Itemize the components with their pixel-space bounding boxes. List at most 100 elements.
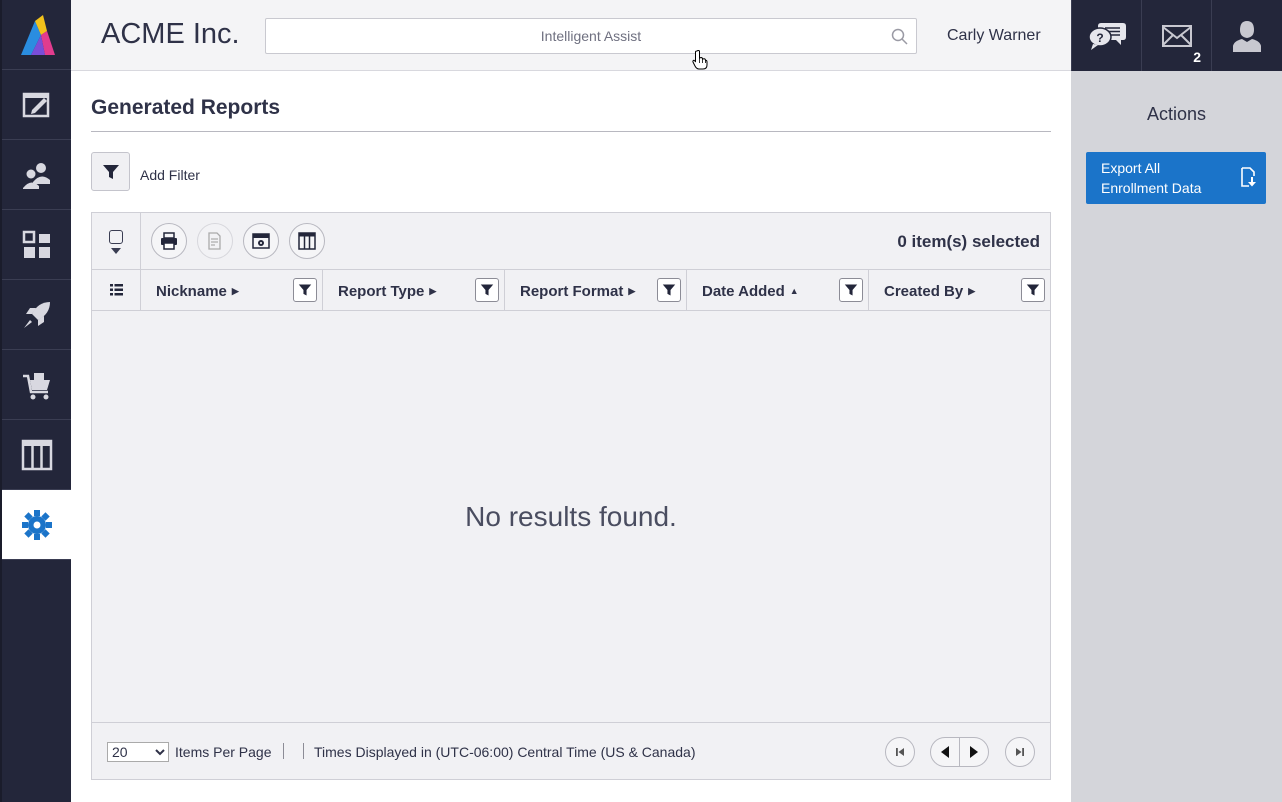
sidebar-item-users[interactable] [2, 140, 71, 210]
column-name: Nickname [156, 283, 227, 300]
filter-icon [844, 284, 858, 296]
column-filter-button[interactable] [293, 278, 317, 302]
left-nav [0, 0, 71, 802]
sort-caret-icon: ▶ [429, 286, 437, 296]
column-chooser-button[interactable] [289, 223, 325, 259]
user-profile-button[interactable] [1211, 0, 1281, 71]
column-filter-button[interactable] [475, 278, 499, 302]
mail-count-badge: 2 [1193, 49, 1201, 65]
hand-cursor-icon [692, 50, 708, 70]
actions-panel: Actions Export All Enrollment Data [1071, 71, 1282, 802]
document-edit-icon [208, 232, 221, 250]
rocket-icon [23, 301, 50, 328]
user-name[interactable]: Carly Warner [947, 27, 1041, 45]
report-settings-button[interactable] [243, 223, 279, 259]
export-enrollment-data-button[interactable]: Export All Enrollment Data [1086, 152, 1266, 204]
print-button[interactable] [151, 223, 187, 259]
help-chat-button[interactable]: ? [1071, 0, 1141, 71]
export-file-icon [1241, 167, 1256, 187]
reports-grid: 0 item(s) selected Nickname ▶ Report Typ… [91, 212, 1051, 780]
empty-results-message: No results found. [465, 500, 677, 532]
column-header-report-format[interactable]: Report Format ▶ [505, 270, 687, 311]
column-label[interactable]: Nickname ▶ [156, 283, 239, 300]
print-icon [161, 232, 177, 250]
previous-page-button[interactable] [931, 738, 960, 766]
main-content: Generated Reports Add Filter 0 item(s) s… [71, 71, 1071, 802]
first-page-button[interactable] [885, 737, 915, 767]
column-filter-button[interactable] [839, 278, 863, 302]
select-all-checkbox[interactable] [92, 213, 141, 270]
column-filter-button[interactable] [657, 278, 681, 302]
edit-report-button[interactable] [197, 223, 233, 259]
help-chat-icon: ? [1087, 22, 1126, 50]
first-page-icon [896, 748, 904, 756]
items-per-page-label: Items Per Page [175, 744, 272, 760]
add-filter-link[interactable]: Add Filter [140, 167, 200, 183]
column-header-created-by[interactable]: Created By ▶ [869, 270, 1050, 311]
column-label[interactable]: Report Type ▶ [338, 283, 436, 300]
sort-caret-icon: ▶ [968, 286, 976, 296]
column-label[interactable]: Report Format ▶ [520, 283, 635, 300]
column-label[interactable]: Created By ▶ [884, 283, 975, 300]
top-header: ACME Inc. Carly Warner [71, 0, 1071, 71]
sidebar-item-cart[interactable] [2, 350, 71, 420]
columns-icon [21, 439, 52, 470]
add-filter-button[interactable] [91, 152, 130, 191]
sidebar-item-launch[interactable] [2, 280, 71, 350]
filter-icon [662, 284, 676, 296]
last-page-icon [1016, 748, 1024, 756]
column-name: Report Format [520, 283, 624, 300]
search-input[interactable] [266, 19, 916, 53]
sort-caret-icon: ▶ [628, 286, 636, 296]
grid-toolbar: 0 item(s) selected [92, 213, 1050, 270]
column-name: Report Type [338, 283, 425, 300]
export-label-line1: Export All [1101, 160, 1161, 176]
column-filter-button[interactable] [1021, 278, 1045, 302]
user-profile-icon [1232, 20, 1261, 52]
dashboard-icon [22, 230, 50, 258]
sort-ascending-icon: ▲ [789, 286, 799, 296]
items-per-page-select[interactable]: 20 [107, 742, 169, 762]
timezone-note: Times Displayed in (UTC-06:00) Central T… [314, 744, 696, 760]
column-name: Created By [884, 283, 964, 300]
row-options-header[interactable] [92, 270, 141, 311]
column-header-nickname[interactable]: Nickname ▶ [141, 270, 323, 311]
sidebar-item-settings[interactable] [2, 490, 71, 560]
actions-title: Actions [1146, 104, 1207, 124]
chevron-right-icon [969, 746, 978, 758]
chevron-down-icon [111, 247, 121, 254]
checkbox-icon [109, 229, 123, 244]
export-label-line2: Enrollment Data [1101, 180, 1202, 196]
page-title: Generated Reports [91, 96, 281, 119]
list-icon [110, 284, 123, 296]
prev-next-group [930, 737, 989, 767]
column-header-date-added[interactable]: Date Added ▲ [687, 270, 869, 311]
footer-divider [283, 743, 284, 759]
acme-logo[interactable] [2, 0, 71, 70]
sidebar-item-dashboard[interactable] [2, 210, 71, 280]
sort-caret-icon: ▶ [231, 286, 239, 296]
column-name: Date Added [702, 283, 785, 300]
filter-icon [480, 284, 494, 296]
sidebar-item-edit[interactable] [2, 70, 71, 140]
column-header-report-type[interactable]: Report Type ▶ [323, 270, 505, 311]
intelligent-assist-search[interactable] [265, 18, 917, 54]
svg-text:?: ? [1096, 31, 1103, 45]
logo-icon [20, 14, 55, 55]
selected-count: 0 item(s) selected [897, 232, 1040, 251]
sidebar-item-columns[interactable] [2, 420, 71, 490]
last-page-button[interactable] [1005, 737, 1035, 767]
next-page-button[interactable] [960, 738, 988, 766]
filter-icon [102, 164, 119, 179]
edit-icon [22, 92, 49, 117]
column-label[interactable]: Date Added ▲ [702, 283, 799, 300]
filter-icon [1026, 284, 1040, 296]
mail-button[interactable]: 2 [1141, 0, 1211, 71]
grid-header-row: Nickname ▶ Report Type ▶ Report Format ▶ Da… [92, 270, 1050, 311]
footer-divider [303, 743, 304, 759]
calendar-gear-icon [252, 233, 270, 249]
top-icon-bar: ? 2 [1071, 0, 1282, 71]
search-icon[interactable] [891, 28, 908, 45]
mail-icon [1161, 24, 1192, 47]
chevron-left-icon [940, 746, 949, 758]
